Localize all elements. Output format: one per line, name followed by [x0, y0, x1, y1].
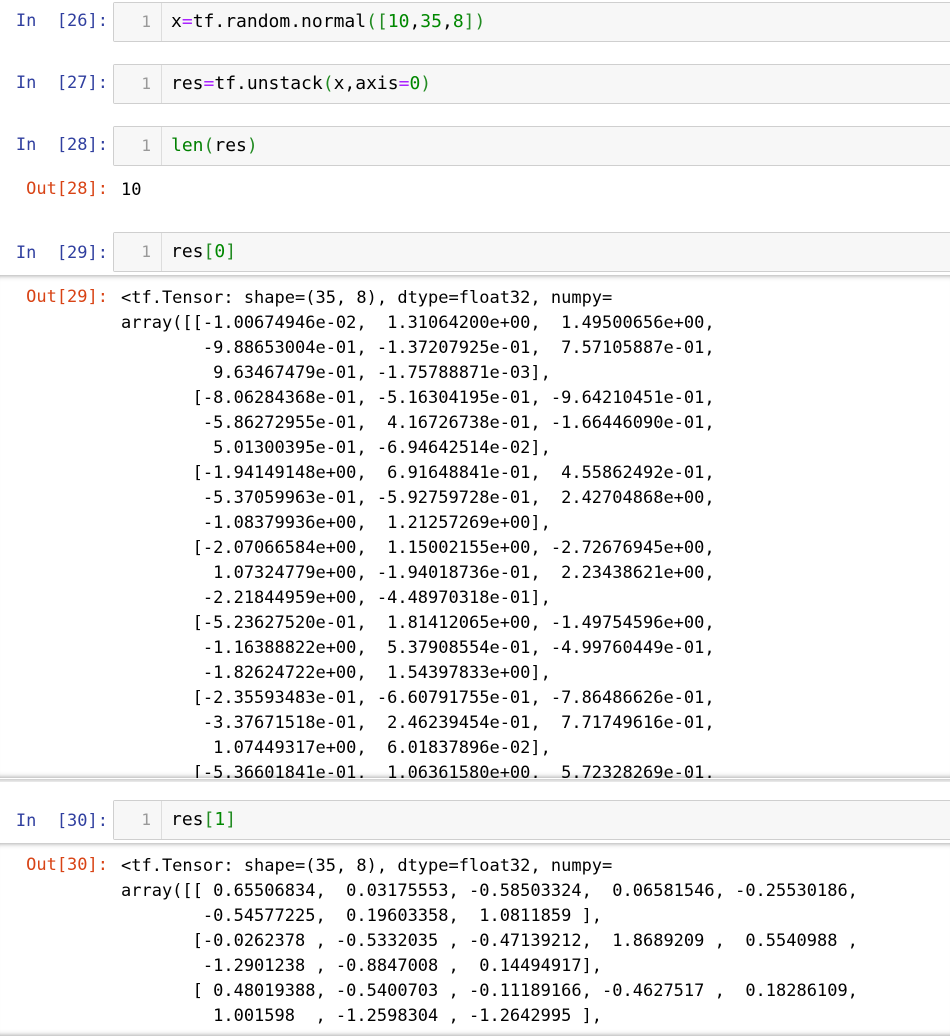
cell-divider — [0, 779, 950, 782]
code-input-area[interactable]: 1 res[0] — [113, 232, 950, 272]
input-prompt: In [29]: — [15, 243, 108, 263]
output-prompt: Out[28]: — [26, 179, 108, 199]
code-text[interactable]: res[1] — [171, 809, 236, 830]
output-prompt: Out[30]: — [26, 855, 108, 875]
line-number-gutter: 1 — [114, 801, 162, 839]
input-prompt: In [26]: — [15, 11, 108, 31]
code-text[interactable]: x=tf.random.normal([10,35,8]) — [171, 11, 485, 32]
line-number: 1 — [141, 12, 151, 31]
cell-output: <tf.Tensor: shape=(35, 8), dtype=float32… — [121, 288, 715, 778]
code-input-area[interactable]: 1 res[1] — [113, 800, 950, 840]
input-prompt: In [28]: — [15, 135, 108, 155]
code-input-area[interactable]: 1 x=tf.random.normal([10,35,8]) — [113, 2, 950, 42]
line-number-gutter: 1 — [114, 127, 162, 165]
line-number: 1 — [141, 74, 151, 93]
output-prompt: Out[29]: — [26, 287, 108, 307]
code-text[interactable]: res[0] — [171, 241, 236, 262]
code-text[interactable]: res=tf.unstack(x,axis=0) — [171, 73, 431, 94]
code-text[interactable]: len(res) — [171, 135, 258, 156]
cell-output: 10 — [121, 180, 142, 200]
input-prompt: In [27]: — [15, 73, 108, 93]
line-number: 1 — [141, 136, 151, 155]
cell-output: <tf.Tensor: shape=(35, 8), dtype=float32… — [121, 856, 858, 1026]
line-number-gutter: 1 — [114, 233, 162, 271]
line-number-gutter: 1 — [114, 3, 162, 41]
scrolled-output-area[interactable]: Out[29]: <tf.Tensor: shape=(35, 8), dtyp… — [0, 275, 950, 778]
code-input-area[interactable]: 1 len(res) — [113, 126, 950, 166]
line-number: 1 — [141, 810, 151, 829]
line-number: 1 — [141, 242, 151, 261]
line-number-gutter: 1 — [114, 65, 162, 103]
input-prompt: In [30]: — [15, 811, 108, 831]
code-input-area[interactable]: 1 res=tf.unstack(x,axis=0) — [113, 64, 950, 104]
scrolled-output-area[interactable]: Out[30]: <tf.Tensor: shape=(35, 8), dtyp… — [0, 843, 950, 1036]
